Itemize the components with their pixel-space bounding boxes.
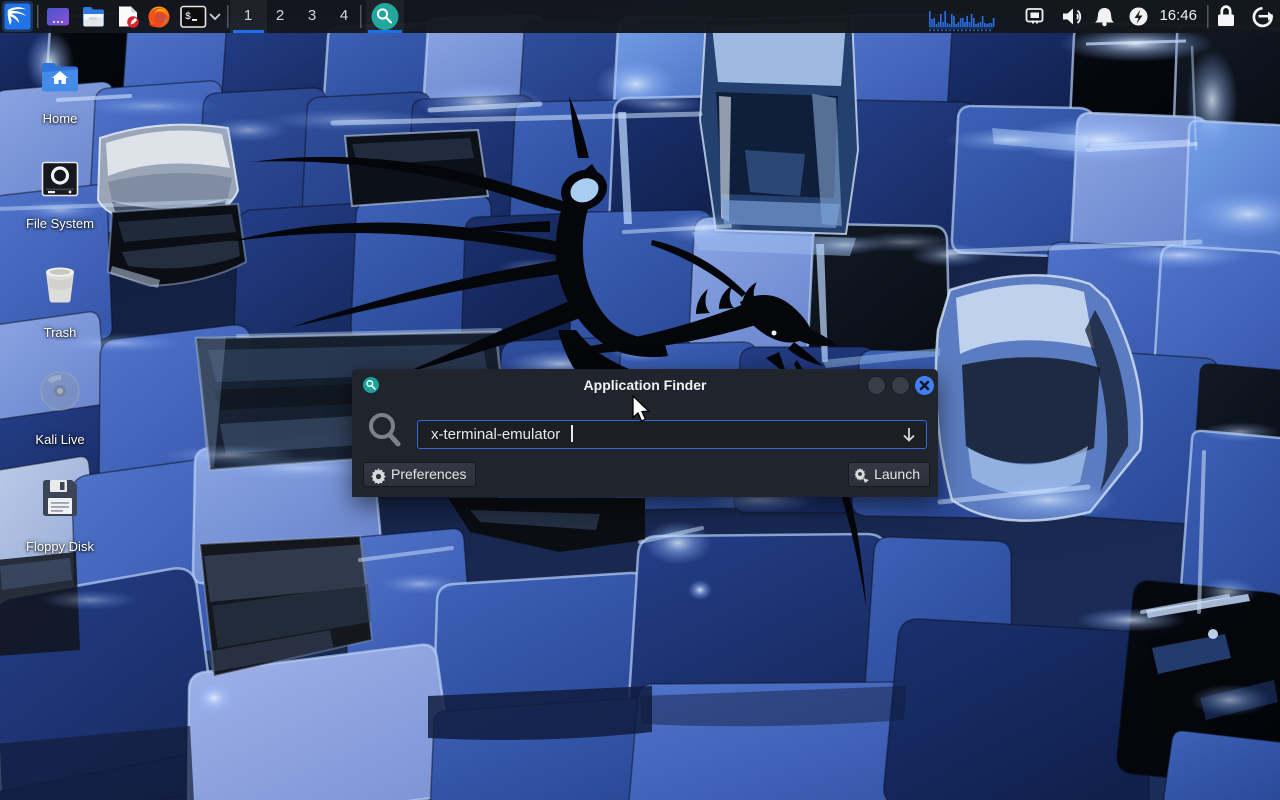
svg-text:$: $ [185, 11, 191, 23]
